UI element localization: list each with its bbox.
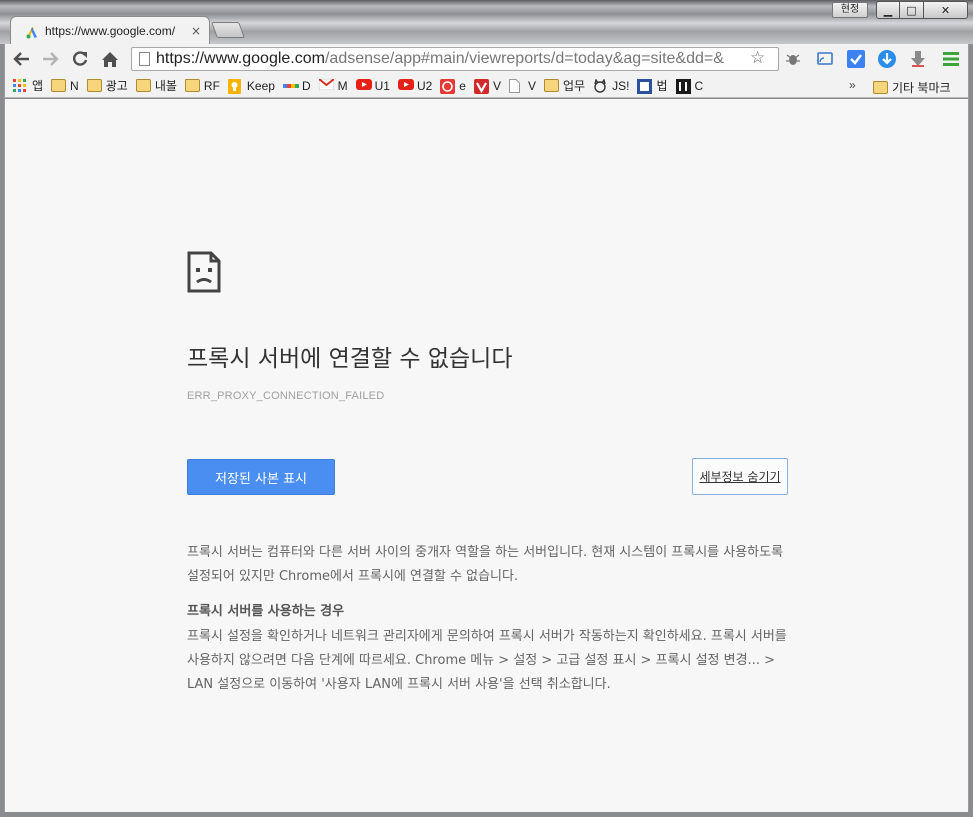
forward-arrow-icon (43, 52, 59, 66)
sad-page-icon (187, 251, 221, 293)
bookmark-apps[interactable]: 앱 (13, 77, 43, 94)
bookmark-label: e (459, 78, 466, 93)
bookmark-js[interactable]: JS! (593, 78, 630, 93)
extension-bug-icon[interactable] (783, 49, 803, 69)
bookmark-label: 앱 (32, 79, 44, 93)
extension-arrow-down-icon[interactable] (908, 49, 928, 69)
details-instructions: 프록시 설정을 확인하거나 네트워크 관리자에게 문의하여 프록시 서버가 작동… (187, 629, 787, 692)
extension-check-icon[interactable] (846, 49, 866, 69)
bookmark-folder-work[interactable]: 업무 (544, 77, 585, 94)
bookmarks-overflow-button[interactable]: » (849, 78, 856, 92)
folder-icon (544, 79, 560, 92)
bookmark-c[interactable]: C (675, 78, 704, 94)
bookmark-u1[interactable]: U1 (355, 78, 390, 93)
minimize-button[interactable]: ▁ (876, 1, 900, 19)
bookmark-keep[interactable]: Keep (227, 78, 275, 94)
bookmark-label: V (528, 78, 537, 93)
bookmark-label: Keep (246, 78, 275, 93)
bookmark-label: M (337, 78, 348, 93)
browser-tab[interactable]: https://www.google.com/ × (10, 16, 210, 44)
bookmark-gmail[interactable]: M (317, 78, 348, 93)
other-bookmarks-label: 기타 북마크 (892, 81, 951, 95)
bookmark-label: U1 (374, 78, 390, 93)
bookmark-e[interactable]: e (440, 78, 466, 94)
bookmark-folder-rf[interactable]: RF (184, 78, 220, 93)
url-host: https://www.google.com (156, 50, 325, 67)
forward-button[interactable] (39, 48, 61, 70)
address-bar[interactable]: https://www.google.com/adsense/app#main/… (131, 47, 779, 71)
bookmark-v-red[interactable]: V (473, 78, 501, 94)
tab-close-icon[interactable]: × (191, 24, 201, 38)
cat-icon (593, 78, 608, 93)
details-paragraph: 프록시 서버는 컴퓨터와 다른 서버 사이의 중개자 역할을 하는 서버입니다.… (187, 545, 784, 584)
e-icon (440, 79, 456, 94)
other-bookmarks[interactable]: 기타 북마크 (873, 79, 951, 96)
bookmark-law[interactable]: 법 (637, 77, 668, 94)
keep-icon (227, 79, 243, 94)
reload-button[interactable] (69, 48, 91, 70)
page-icon (509, 79, 524, 93)
folder-icon (51, 79, 67, 92)
close-window-button[interactable]: ✕ (924, 1, 968, 19)
dots-icon (282, 79, 299, 92)
error-code: ERR_PROXY_CONNECTION_FAILED (187, 390, 385, 402)
bookmark-label: 내볼 (154, 79, 177, 93)
bookmarks-bar: 앱 N 광고 내볼 RF Keep D M U1 U2 e V V 업무 JS!… (4, 74, 969, 98)
window-controls: ▁ □ ✕ (876, 1, 968, 19)
bookmark-label: 법 (656, 79, 668, 93)
bookmark-label: D (301, 78, 311, 93)
error-details: 프록시 서버는 컴퓨터와 다른 서버 사이의 중개자 역할을 하는 서버입니다.… (187, 541, 787, 713)
back-arrow-icon (13, 52, 29, 66)
bookmark-v-page[interactable]: V (509, 79, 536, 93)
back-button[interactable] (11, 48, 33, 70)
url-path: /adsense/app#main/viewreports/d=today&ag… (324, 50, 724, 67)
folder-icon (86, 79, 102, 92)
new-tab-button[interactable] (211, 22, 245, 38)
v-icon (473, 79, 489, 94)
bookmark-label: JS! (612, 78, 630, 93)
chrome-menu-icon[interactable] (941, 49, 961, 69)
apps-icon (13, 79, 28, 92)
folder-icon (184, 79, 200, 92)
page-content: 프록시 서버에 연결할 수 없습니다 ERR_PROXY_CONNECTION_… (4, 99, 969, 812)
gmail-icon (317, 78, 335, 92)
reload-icon (73, 51, 88, 66)
bookmark-d[interactable]: D (282, 78, 311, 93)
bookmark-label: 광고 (105, 79, 128, 93)
youtube-icon (355, 79, 372, 92)
extension-cast-icon[interactable] (815, 49, 835, 69)
bookmark-label: N (70, 78, 79, 93)
bookmark-label: RF (203, 78, 220, 93)
home-icon (102, 51, 118, 67)
bookmark-u2[interactable]: U2 (397, 78, 433, 93)
hide-details-button[interactable]: 세부정보 숨기기 (692, 458, 788, 495)
show-saved-copy-button[interactable]: 저장된 사본 표시 (187, 459, 335, 495)
window-titlebar[interactable]: 현정 ▁ □ ✕ https://www.google.com/ × (0, 0, 973, 44)
profile-badge[interactable]: 현정 (832, 2, 868, 18)
bookmark-label: U2 (416, 78, 433, 93)
tab-title: https://www.google.com/ (45, 23, 176, 38)
home-button[interactable] (99, 48, 121, 70)
extension-download-icon[interactable] (877, 49, 897, 69)
browser-toolbar: https://www.google.com/adsense/app#main/… (4, 44, 969, 74)
page-icon (139, 52, 150, 66)
adsense-favicon-icon (25, 24, 39, 38)
details-heading: 프록시 서버를 사용하는 경우 (187, 604, 345, 619)
youtube-icon (397, 79, 414, 92)
bookmark-label: V (492, 78, 501, 93)
bookmark-label: 업무 (563, 79, 586, 93)
bookmark-label: C (694, 78, 704, 93)
un-icon (675, 79, 691, 94)
bookmark-folder-naebol[interactable]: 내볼 (135, 77, 177, 94)
error-title: 프록시 서버에 연결할 수 없습니다 (187, 346, 513, 372)
bookmark-star-icon[interactable]: ☆ (750, 48, 765, 68)
folder-icon (873, 81, 888, 94)
bookmark-folder-ads[interactable]: 광고 (86, 77, 128, 94)
law-icon (637, 79, 653, 94)
folder-icon (135, 79, 151, 92)
bookmark-folder-n[interactable]: N (51, 79, 79, 93)
maximize-button[interactable]: □ (900, 1, 924, 19)
